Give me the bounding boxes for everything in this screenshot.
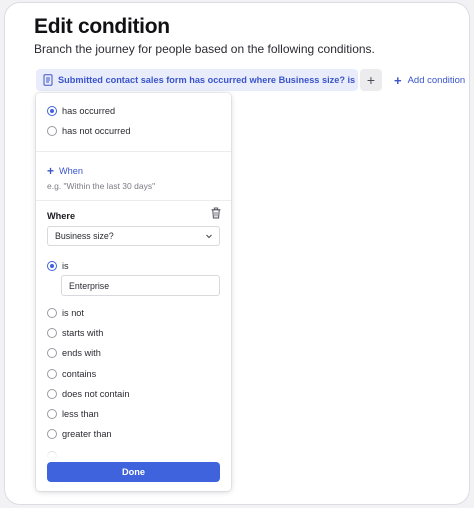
- operator-option-greater-than[interactable]: greater than: [47, 427, 112, 441]
- when-label: When: [59, 166, 84, 176]
- operator-option-does-not-contain[interactable]: does not contain: [47, 387, 129, 401]
- condition-chip[interactable]: Submitted contact sales form has occurre…: [36, 69, 358, 91]
- radio-has-occurred[interactable]: has occurred: [47, 104, 115, 118]
- radio-button[interactable]: [47, 409, 57, 419]
- radio-button[interactable]: [47, 126, 57, 136]
- radio-label: has occurred: [62, 106, 116, 116]
- radio-button[interactable]: [47, 348, 57, 358]
- page-subtitle: Branch the journey for people based on t…: [34, 42, 375, 56]
- operator-option-starts-with[interactable]: starts with: [47, 326, 103, 340]
- property-select[interactable]: Business size?: [47, 226, 220, 246]
- operator-label: less than: [62, 409, 99, 419]
- operator-label: ends with: [62, 348, 101, 358]
- condition-chip-label: Submitted contact sales form has occurre…: [58, 75, 358, 85]
- operator-label: does not contain: [62, 389, 130, 399]
- radio-button[interactable]: [47, 429, 57, 439]
- value-input[interactable]: [61, 275, 220, 296]
- radio-button[interactable]: [47, 308, 57, 318]
- chevron-down-icon: [206, 234, 212, 239]
- add-filter-button[interactable]: +: [360, 69, 382, 91]
- operator-option-contains[interactable]: contains: [47, 367, 96, 381]
- operator-label: is not: [62, 308, 84, 318]
- radio-has-not-occurred[interactable]: has not occurred: [47, 124, 130, 138]
- where-heading: Where: [47, 211, 76, 221]
- plus-icon: +: [47, 164, 55, 178]
- property-select-value: Business size?: [55, 231, 114, 241]
- page-title: Edit condition: [34, 15, 170, 38]
- add-when-button[interactable]: + When: [47, 164, 83, 178]
- edit-condition-dialog: Edit condition Branch the journey for pe…: [4, 2, 470, 505]
- add-condition-label: Add condition: [407, 74, 466, 86]
- operator-option-is-not[interactable]: is not: [47, 306, 84, 320]
- trash-icon[interactable]: [210, 207, 222, 219]
- condition-editor-panel: has occurred has not occurred + When e.g…: [36, 93, 231, 491]
- radio-label: has not occurred: [62, 126, 131, 136]
- divider: [36, 200, 231, 201]
- plus-icon: +: [394, 72, 402, 88]
- operator-label: greater than: [62, 429, 112, 439]
- plus-icon: +: [366, 72, 376, 88]
- operator-option-ends-with[interactable]: ends with: [47, 346, 101, 360]
- radio-button[interactable]: [47, 389, 57, 399]
- operator-label: starts with: [62, 328, 104, 338]
- divider: [36, 151, 231, 152]
- radio-button-selected[interactable]: [47, 261, 57, 271]
- document-icon: [43, 74, 53, 86]
- operator-option-is[interactable]: is: [47, 259, 69, 273]
- when-hint: e.g. "Within the last 30 days": [47, 181, 156, 191]
- done-button[interactable]: Done: [47, 462, 220, 482]
- radio-button-selected[interactable]: [47, 106, 57, 116]
- operator-option-less-than[interactable]: less than: [47, 407, 99, 421]
- radio-button[interactable]: [47, 328, 57, 338]
- operator-label: contains: [62, 369, 97, 379]
- add-condition-button[interactable]: + Add condition: [394, 69, 465, 91]
- radio-button[interactable]: [47, 369, 57, 379]
- operator-label: is: [62, 261, 69, 271]
